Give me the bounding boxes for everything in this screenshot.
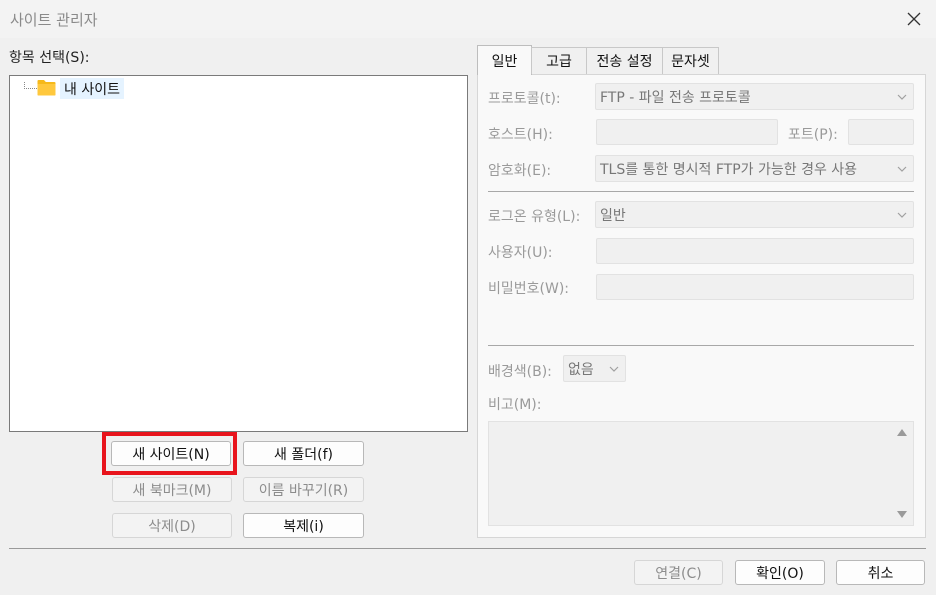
- tab-transfer-settings[interactable]: 전송 설정: [586, 47, 663, 74]
- window-title: 사이트 관리자: [10, 11, 98, 29]
- site-tree[interactable]: [9, 75, 468, 432]
- protocol-select[interactable]: FTP - 파일 전송 프로토콜: [595, 83, 914, 110]
- host-input[interactable]: [596, 119, 778, 145]
- user-label: 사용자(U):: [488, 245, 553, 261]
- close-icon: [907, 12, 921, 26]
- duplicate-button[interactable]: 복제(i): [243, 513, 364, 538]
- tab-advanced[interactable]: 고급: [531, 47, 587, 74]
- cancel-button[interactable]: 취소: [836, 560, 925, 585]
- bottom-divider: [9, 548, 926, 549]
- delete-button[interactable]: 삭제(D): [112, 513, 232, 538]
- ok-button[interactable]: 확인(O): [735, 560, 825, 585]
- connect-button[interactable]: 연결(C): [634, 560, 723, 585]
- scroll-up-icon[interactable]: [897, 428, 907, 436]
- close-button[interactable]: [896, 4, 932, 34]
- new-bookmark-button[interactable]: 새 북마크(M): [112, 477, 232, 502]
- rename-button[interactable]: 이름 바꾸기(R): [243, 477, 364, 502]
- section-divider: [488, 191, 914, 192]
- password-label: 비밀번호(W):: [488, 281, 570, 297]
- new-folder-button[interactable]: 새 폴더(f): [243, 441, 364, 466]
- background-color-select[interactable]: 없음: [563, 355, 626, 382]
- chevron-down-icon: [609, 366, 619, 372]
- comments-textarea[interactable]: [488, 421, 914, 526]
- encryption-value: TLS를 통한 명시적 FTP가 가능한 경우 사용: [600, 161, 858, 178]
- title-bar: [0, 0, 936, 38]
- tree-item-my-sites[interactable]: 내 사이트: [60, 78, 124, 99]
- protocol-label: 프로토콜(t):: [488, 91, 561, 107]
- chevron-down-icon: [897, 212, 907, 218]
- tab-charset[interactable]: 문자셋: [662, 47, 719, 74]
- protocol-value: FTP - 파일 전송 프로토콜: [600, 89, 751, 106]
- chevron-down-icon: [897, 94, 907, 100]
- section-divider: [488, 345, 914, 346]
- select-entry-label: 항목 선택(S):: [9, 50, 90, 66]
- logon-type-value: 일반: [600, 207, 626, 224]
- user-input[interactable]: [596, 238, 914, 264]
- tab-general[interactable]: 일반: [477, 45, 532, 75]
- port-label: 포트(P):: [788, 127, 838, 143]
- logon-type-select[interactable]: 일반: [595, 201, 914, 228]
- background-color-label: 배경색(B):: [488, 364, 552, 380]
- highlight-box: [102, 432, 237, 475]
- encryption-select[interactable]: TLS를 통한 명시적 FTP가 가능한 경우 사용: [595, 155, 914, 182]
- logon-type-label: 로그온 유형(L):: [488, 209, 581, 225]
- scroll-down-icon[interactable]: [897, 511, 907, 519]
- folder-icon: [37, 80, 56, 96]
- background-color-value: 없음: [568, 361, 594, 378]
- encryption-label: 암호화(E):: [488, 163, 552, 179]
- tree-connector: [24, 88, 37, 89]
- port-input[interactable]: [848, 119, 914, 145]
- host-label: 호스트(H):: [488, 127, 553, 143]
- password-input[interactable]: [596, 274, 914, 300]
- chevron-down-icon: [897, 166, 907, 172]
- comments-label: 비고(M):: [488, 397, 542, 413]
